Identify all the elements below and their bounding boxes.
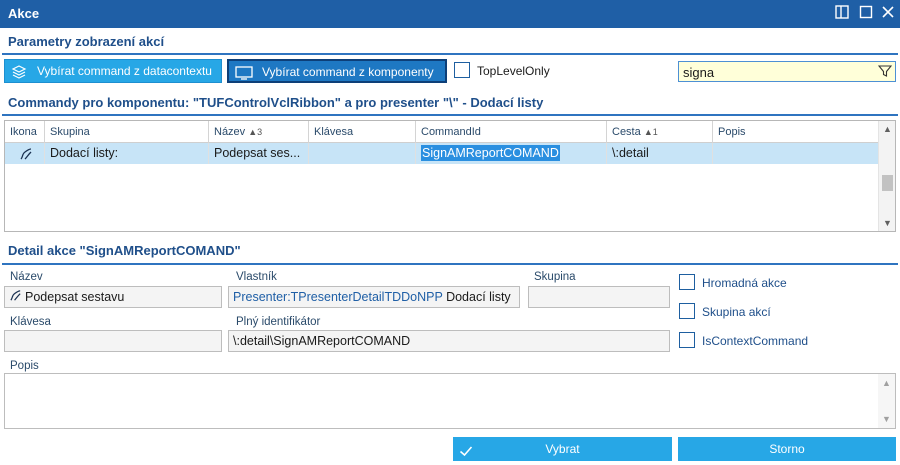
row-cesta: \:detail [607,143,713,164]
vlastnik-link[interactable]: Presenter:TPresenterDetailTDDoNPP [233,290,443,304]
title-bar: Akce [0,0,900,28]
datacontext-button-label: Vybírat command z datacontextu [37,64,212,78]
col-header-klavesa[interactable]: Klávesa [309,121,416,143]
skupina-label: Skupina [534,271,576,283]
col-header-ikona[interactable]: Ikona [5,121,45,143]
search-input[interactable]: signa [678,61,896,82]
iscontext-checkbox[interactable] [679,332,695,348]
row-commandid: SignAMReportCOMAND [416,143,607,164]
scroll-up-icon[interactable]: ▲ [879,122,896,136]
memo-scrollbar[interactable]: ▲ ▼ [878,374,895,428]
params-section-title: Parametry zobrazení akcí [8,34,165,49]
toplevel-label: TopLevelOnly [477,64,550,78]
component-button[interactable]: Vybírat command z komponenty [227,59,447,83]
col-header-popis[interactable]: Popis [713,121,879,143]
klavesa-field[interactable] [4,330,222,352]
sort-indicator: ▲3 [248,127,263,137]
iscontext-label: IsContextCommand [702,334,809,348]
pen-icon [9,288,22,307]
grid-header: Ikona Skupina Název ▲3 Klávesa CommandId… [5,121,879,143]
col-header-commandid[interactable]: CommandId [416,121,607,143]
layers-icon [11,64,27,79]
search-value: signa [683,65,715,80]
col-header-nazev[interactable]: Název ▲3 [209,121,309,143]
table-row[interactable]: Dodací listy: Podepsat ses... SignAMRepo… [5,143,879,164]
nazev-label: Název [10,271,43,283]
row-skupina: Dodací listy: [45,143,209,164]
datacontext-button[interactable]: Vybírat command z datacontextu [4,59,222,83]
vlastnik-value: Dodací listy [446,290,511,304]
storno-button[interactable]: Storno [678,437,896,461]
col-header-skupina[interactable]: Skupina [45,121,209,143]
vybrat-button[interactable]: Vybrat [453,437,672,461]
window-title: Akce [8,6,40,21]
row-icon-cell [5,143,45,164]
identifikator-label: Plný identifikátor [236,316,321,328]
storno-label: Storno [769,442,805,456]
scroll-down-icon[interactable]: ▼ [878,412,895,426]
dock-icon[interactable] [832,4,852,24]
col-header-cesta[interactable]: Cesta ▲1 [607,121,713,143]
commands-divider [2,114,898,116]
toplevel-checkbox[interactable] [454,62,470,78]
scroll-up-icon[interactable]: ▲ [878,376,895,390]
skupina-akci-label: Skupina akcí [702,305,771,319]
check-icon [459,442,473,465]
scroll-thumb[interactable] [882,175,893,191]
pen-icon [19,148,33,164]
hromadna-label: Hromadná akce [702,276,787,290]
maximize-icon[interactable] [856,4,876,24]
close-icon[interactable] [878,4,898,24]
skupina-field[interactable] [528,286,670,308]
filter-icon[interactable] [877,64,893,78]
klavesa-label: Klávesa [10,316,51,328]
row-nazev: Podepsat ses... [209,143,309,164]
popis-label: Popis [10,360,39,372]
detail-divider [2,263,898,265]
nazev-field[interactable]: Podepsat sestavu [4,286,222,308]
grid-scrollbar[interactable]: ▲ ▼ [878,121,895,231]
nazev-value: Podepsat sestavu [25,290,125,304]
commands-section-title: Commandy pro komponentu: "TUFControlVclR… [8,95,544,110]
monitor-icon [235,65,253,80]
vybrat-label: Vybrat [545,442,580,456]
vlastnik-field[interactable]: Presenter:TPresenterDetailTDDoNPP Dodací… [228,286,520,308]
skupina-akci-checkbox[interactable] [679,303,695,319]
sort-indicator: ▲1 [643,127,658,137]
scroll-down-icon[interactable]: ▼ [879,216,896,230]
detail-section-title: Detail akce "SignAMReportCOMAND" [8,243,241,258]
commands-grid[interactable]: Ikona Skupina Název ▲3 Klávesa CommandId… [4,120,896,232]
params-divider [2,53,898,55]
row-popis [713,143,879,164]
component-button-label: Vybírat command z komponenty [262,65,434,79]
hromadna-checkbox[interactable] [679,274,695,290]
row-klavesa [309,143,416,164]
identifikator-field[interactable]: \:detail\SignAMReportCOMAND [228,330,670,352]
vlastnik-label: Vlastník [236,271,277,283]
popis-memo[interactable]: ▲ ▼ [4,373,896,429]
